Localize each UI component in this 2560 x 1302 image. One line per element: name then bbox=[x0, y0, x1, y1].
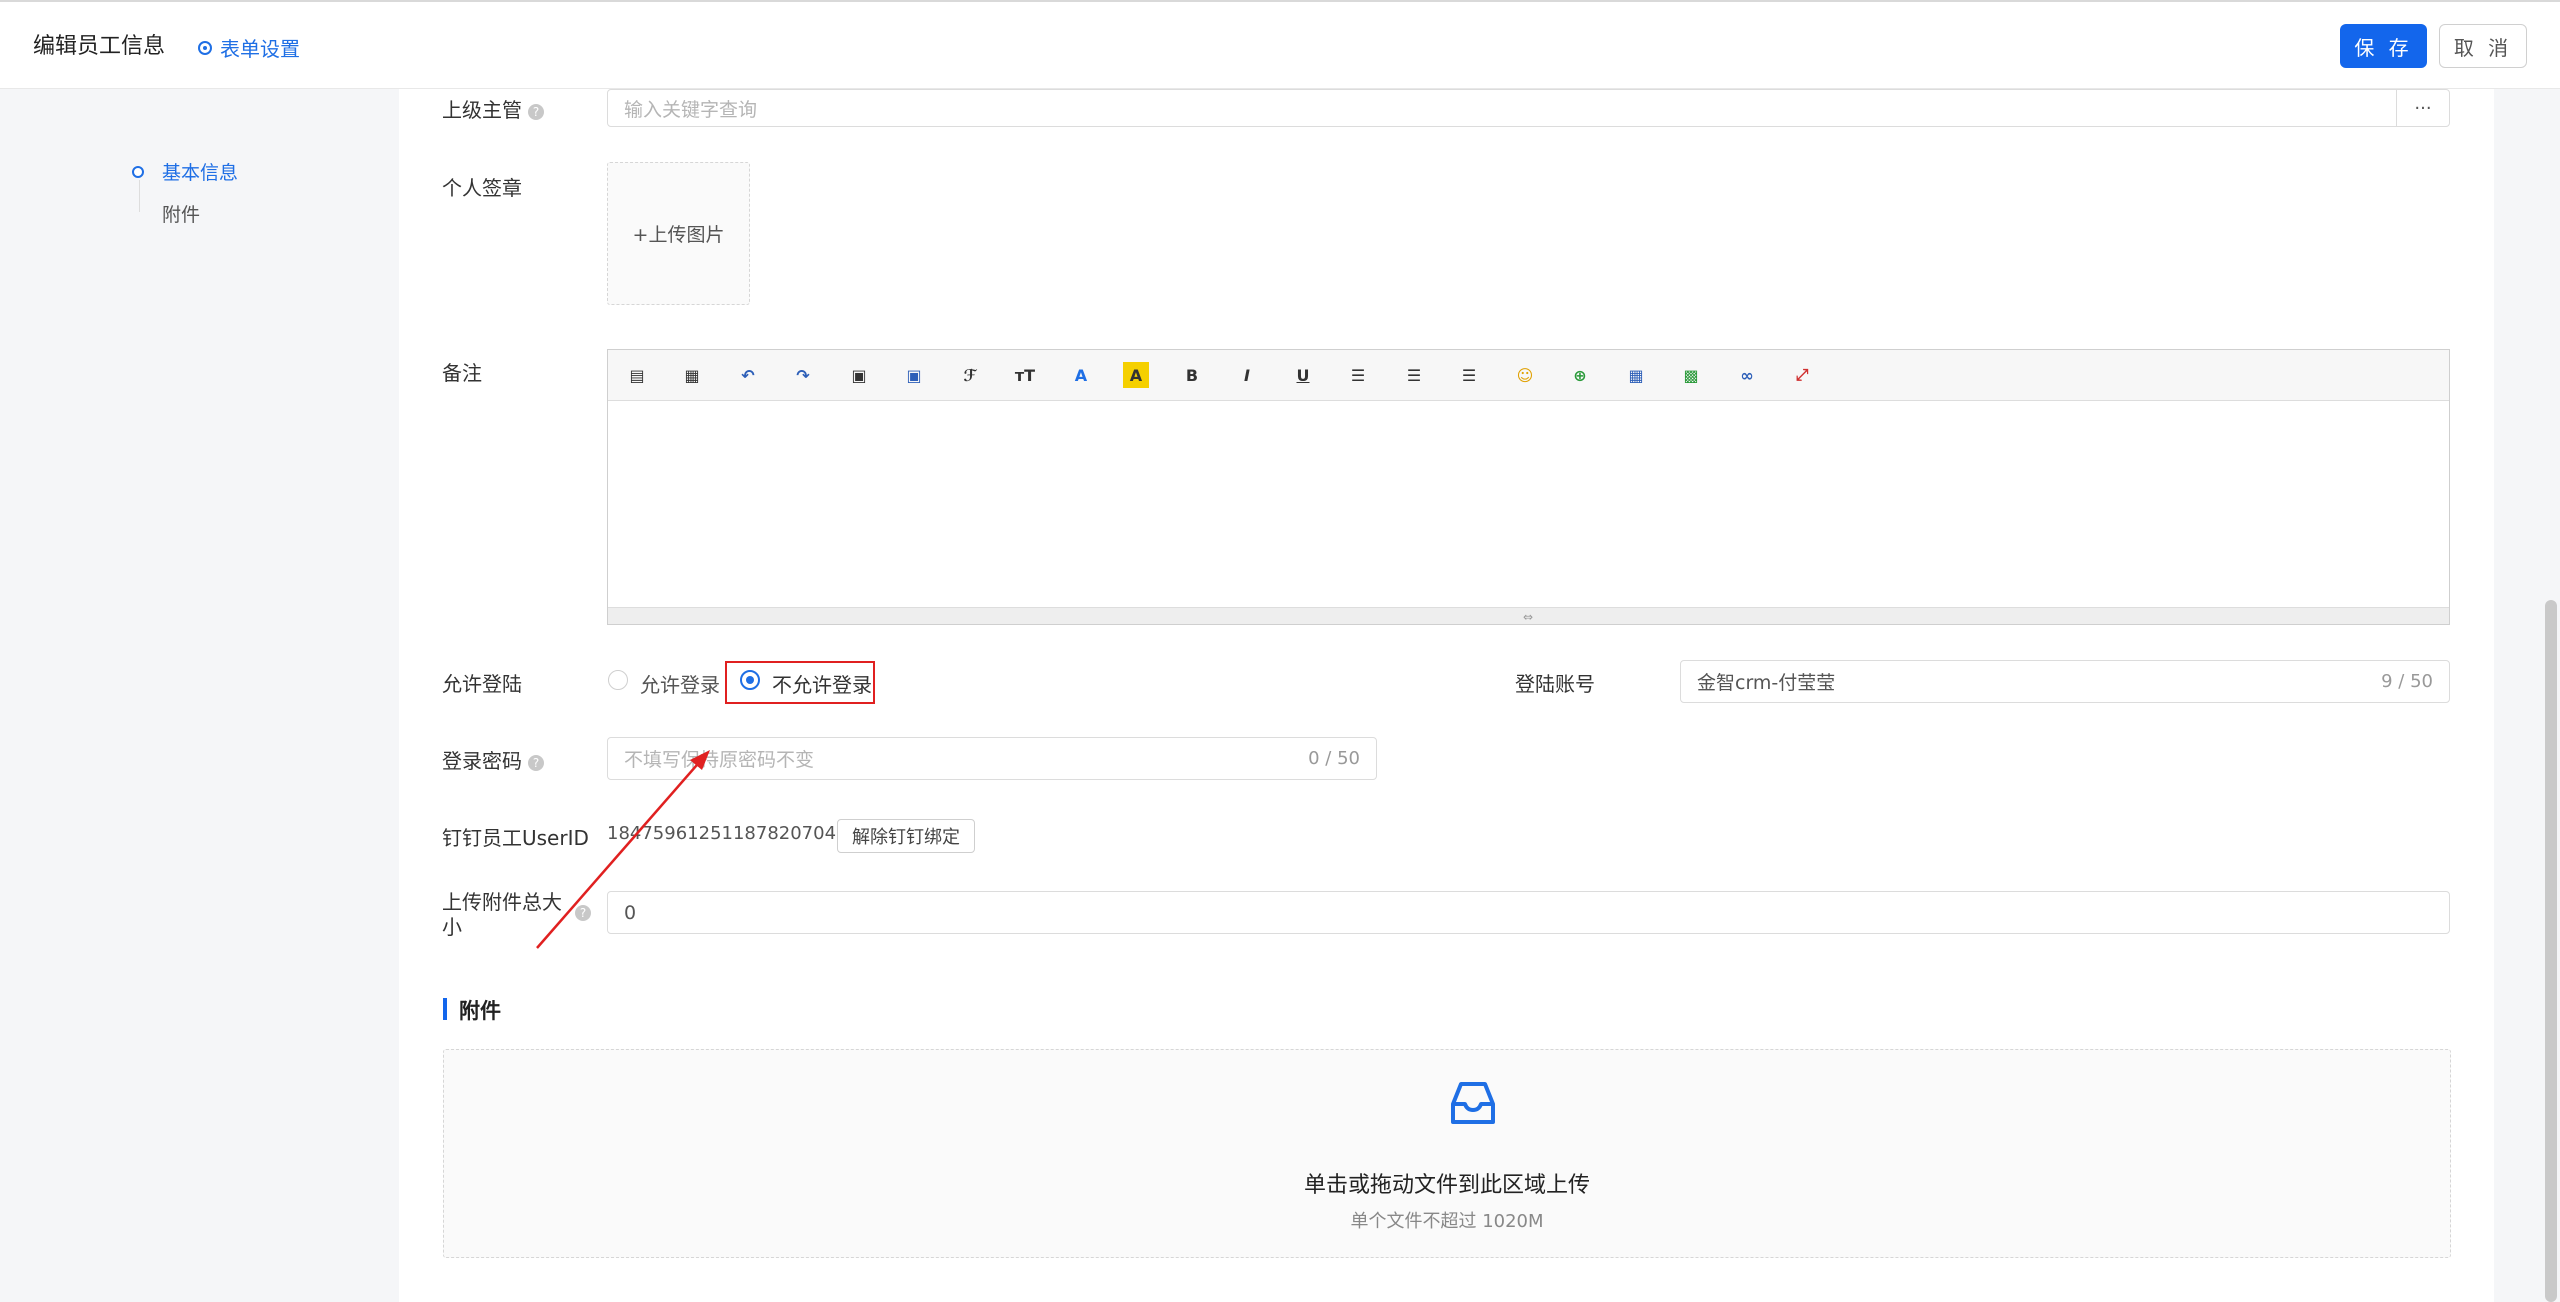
insert-row-icon[interactable]: ⊕ bbox=[1567, 362, 1593, 388]
editor-toolbar: ▤ ▦ ↶ ↷ ▣ ▣ ℱ тT A A B I U ☰ ☰ ☰ ☺ ⊕ ▦ ▩… bbox=[608, 350, 2449, 401]
password-label: 登录密码? bbox=[442, 745, 544, 774]
align-right-icon[interactable]: ☰ bbox=[1456, 362, 1482, 388]
save-button[interactable]: 保 存 bbox=[2340, 24, 2427, 68]
page-scrollbar[interactable] bbox=[2545, 600, 2557, 1302]
dingtalk-userid: 18475961251187820704 bbox=[607, 823, 837, 844]
attachments-section-title: 附件 bbox=[459, 999, 501, 1023]
highlight-icon[interactable]: A bbox=[1123, 362, 1149, 388]
login-account-input[interactable]: 金智crm-付莹莹 9 / 50 bbox=[1680, 660, 2450, 703]
remark-label: 备注 bbox=[442, 361, 482, 385]
page-title: 编辑员工信息 bbox=[33, 34, 166, 59]
supervisor-label-text: 上级主管 bbox=[442, 98, 522, 122]
attachment-size-input[interactable]: 0 bbox=[607, 891, 2450, 934]
font-size-icon[interactable]: тT bbox=[1012, 362, 1038, 388]
resize-handle-icon[interactable]: ⇔ bbox=[1523, 610, 1533, 624]
nav-item-attachments[interactable]: 附件 bbox=[162, 200, 200, 227]
file-dropzone[interactable]: 单击或拖动文件到此区域上传 单个文件不超过 1020M bbox=[443, 1049, 2451, 1258]
help-icon[interactable]: ? bbox=[575, 905, 591, 921]
more-button[interactable]: ··· bbox=[2396, 90, 2449, 126]
align-center-icon[interactable]: ☰ bbox=[1401, 362, 1427, 388]
login-account-label: 登陆账号 bbox=[1515, 672, 1595, 696]
rich-text-editor[interactable]: ▤ ▦ ↶ ↷ ▣ ▣ ℱ тT A A B I U ☰ ☰ ☰ ☺ ⊕ ▦ ▩… bbox=[607, 349, 2450, 625]
table-icon[interactable]: ▦ bbox=[1623, 362, 1649, 388]
password-counter: 0 / 50 bbox=[1308, 748, 1360, 769]
nav-line bbox=[139, 180, 140, 212]
emoji-icon[interactable]: ☺ bbox=[1512, 362, 1538, 388]
bold-icon[interactable]: B bbox=[1179, 362, 1205, 388]
font-color-icon[interactable]: A bbox=[1068, 362, 1094, 388]
gear-icon bbox=[198, 40, 212, 55]
paste-icon[interactable]: ▣ bbox=[846, 362, 872, 388]
paste-text-icon[interactable]: ▣ bbox=[901, 362, 927, 388]
inbox-icon bbox=[1451, 1082, 1495, 1124]
upload-image-button[interactable]: +上传图片 bbox=[607, 162, 750, 305]
password-label-text: 登录密码 bbox=[442, 749, 522, 773]
password-input[interactable]: 不填写保持原密码不变 0 / 50 bbox=[607, 737, 1377, 780]
annotation-box bbox=[725, 661, 875, 704]
italic-icon[interactable]: I bbox=[1234, 362, 1260, 388]
signature-label: 个人签章 bbox=[442, 176, 522, 200]
preview-icon[interactable]: ▦ bbox=[679, 362, 705, 388]
form-settings-link[interactable]: 表单设置 bbox=[198, 33, 300, 62]
section-bar bbox=[443, 998, 447, 1020]
editor-resize-bar[interactable]: ⇔ bbox=[608, 607, 2449, 624]
unbind-dingtalk-button[interactable]: 解除钉钉绑定 bbox=[837, 819, 975, 853]
supervisor-input[interactable]: 输入关键字查询 ··· bbox=[607, 89, 2450, 127]
attachment-size-label: 上传附件总大小 bbox=[442, 890, 562, 939]
dropzone-hint: 单个文件不超过 1020M bbox=[1350, 1211, 1544, 1232]
help-icon[interactable]: ? bbox=[528, 754, 544, 771]
page-header: 编辑员工信息 表单设置 保 存 取 消 bbox=[0, 0, 2560, 89]
nav-active-dot-icon bbox=[132, 166, 144, 178]
font-family-icon[interactable]: ℱ bbox=[957, 362, 983, 388]
underline-icon[interactable]: U bbox=[1290, 362, 1316, 388]
dingtalk-label: 钉钉员工UserID bbox=[442, 826, 589, 850]
undo-icon[interactable]: ↶ bbox=[735, 362, 761, 388]
image-icon[interactable]: ▩ bbox=[1678, 362, 1704, 388]
fullscreen-icon[interactable]: ⤢ bbox=[1789, 362, 1815, 388]
radio-allow-login-label[interactable]: 允许登录 bbox=[640, 669, 720, 698]
supervisor-placeholder: 输入关键字查询 bbox=[624, 98, 758, 121]
login-account-value: 金智crm-付莹莹 bbox=[1697, 672, 1836, 694]
source-icon[interactable]: ▤ bbox=[624, 362, 650, 388]
dropzone-text: 单击或拖动文件到此区域上传 bbox=[1303, 1173, 1590, 1198]
supervisor-label: 上级主管? bbox=[442, 94, 544, 123]
redo-icon[interactable]: ↷ bbox=[790, 362, 816, 388]
help-icon[interactable]: ? bbox=[528, 103, 544, 120]
radio-allow-login[interactable] bbox=[608, 670, 628, 690]
nav-item-basic-info[interactable]: 基本信息 bbox=[162, 158, 238, 185]
link-icon[interactable]: ∞ bbox=[1734, 362, 1760, 388]
password-placeholder: 不填写保持原密码不变 bbox=[624, 749, 815, 771]
cancel-button[interactable]: 取 消 bbox=[2439, 24, 2527, 68]
login-account-counter: 9 / 50 bbox=[2381, 671, 2433, 692]
allow-login-label: 允许登陆 bbox=[442, 672, 522, 696]
form-settings-label: 表单设置 bbox=[220, 37, 300, 61]
attachment-size-value: 0 bbox=[624, 901, 637, 924]
align-left-icon[interactable]: ☰ bbox=[1345, 362, 1371, 388]
